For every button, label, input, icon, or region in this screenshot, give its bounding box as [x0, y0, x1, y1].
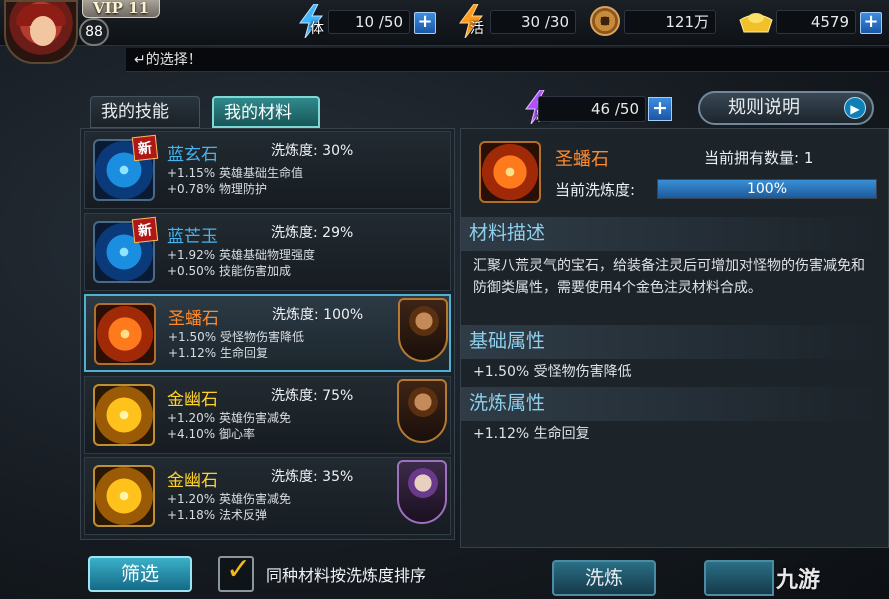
tab-my-materials[interactable]: 我的材料 — [212, 96, 320, 128]
material-row[interactable]: 金幽石 洗炼度: 35% +1.20% 英雄伤害减免 +1.18% 法术反弹 — [84, 457, 451, 535]
ingot-resource: 4579 + — [738, 6, 888, 36]
material-stat: +1.92% 英雄基础物理强度 — [167, 248, 315, 262]
stamina-resource: 体 10 /50 + — [296, 4, 442, 38]
game-screen: VIP 11 88 体 10 /50 + 活 30 /30 121万 4579 … — [0, 0, 889, 599]
hero-head — [408, 387, 438, 417]
material-row[interactable]: 新 蓝芒玉 洗炼度: 29% +1.92% 英雄基础物理强度 +0.50% 技能… — [84, 213, 451, 291]
material-refine-level: 洗炼度: 100% — [272, 307, 364, 323]
filter-button[interactable]: 筛选 — [88, 556, 192, 592]
base-attribute-value: +1.50% 受怪物伤害降低 — [473, 364, 632, 380]
ingot-value: 4579 — [776, 10, 856, 34]
material-stat: +0.78% 物理防护 — [167, 182, 267, 196]
sort-checkbox[interactable]: ✓ — [218, 552, 254, 592]
base-attributes-heading: 基础属性 — [461, 325, 888, 359]
material-stat: +1.20% 英雄伤害减免 — [167, 411, 291, 425]
rules-button-label: 规则说明 — [728, 97, 800, 118]
material-stat: +1.18% 法术反弹 — [167, 508, 267, 522]
coin-resource: 121万 — [588, 6, 728, 36]
play-arrow-icon: ▶ — [844, 97, 866, 119]
materials-list[interactable]: 新 蓝玄石 洗炼度: 30% +1.15% 英雄基础生命值 +0.78% 物理防… — [80, 128, 455, 540]
coin-icon — [590, 6, 620, 36]
gold-ingot-icon — [739, 13, 773, 33]
material-refine-level: 洗炼度: 30% — [271, 143, 354, 159]
refine-progress-bar: 100% — [657, 179, 877, 199]
hero-portrait-icon — [397, 379, 447, 443]
player-avatar[interactable] — [4, 0, 78, 64]
material-stat: +4.10% 御心率 — [167, 427, 255, 441]
stamina-plus-button[interactable]: + — [414, 12, 436, 34]
checkmark-icon: ✓ — [226, 552, 252, 587]
material-name: 金幽石 — [167, 471, 218, 491]
essence-value: 46 /50 — [538, 96, 646, 122]
secondary-action-button[interactable] — [704, 560, 774, 596]
material-detail-panel: 圣蟠石 当前拥有数量: 1 当前洗炼度: 100% 材料描述 汇聚八荒灵气的宝石… — [460, 128, 889, 548]
material-stat: +1.50% 受怪物伤害降低 — [168, 330, 304, 344]
tab-my-skills[interactable]: 我的技能 — [90, 96, 200, 128]
hero-portrait-icon — [397, 460, 447, 524]
refine-button[interactable]: 洗炼 — [552, 560, 656, 596]
material-stat: +0.50% 技能伤害加成 — [167, 264, 291, 278]
player-level: 88 — [79, 18, 109, 46]
scrolling-notice: ↵的选择！ — [126, 48, 889, 72]
material-stat: +1.20% 英雄伤害减免 — [167, 492, 291, 506]
material-row[interactable]: 金幽石 洗炼度: 75% +1.20% 英雄伤害减免 +4.10% 御心率 — [84, 376, 451, 454]
description-heading: 材料描述 — [461, 217, 888, 251]
new-badge: 新 — [131, 134, 159, 162]
orange-gem-icon — [94, 303, 156, 365]
stamina-value: 10 /50 — [328, 10, 410, 34]
vigor-resource: 活 30 /30 — [456, 4, 576, 38]
vigor-label: 活 — [470, 21, 484, 37]
current-refine-label: 当前洗炼度: — [555, 181, 636, 199]
new-badge: 新 — [131, 216, 159, 244]
sort-checkbox-label: 同种材料按洗炼度排序 — [266, 566, 427, 585]
material-name: 圣蟠石 — [168, 309, 219, 329]
rules-button[interactable]: 规则说明 ▶ — [698, 91, 874, 125]
owned-count: 当前拥有数量: 1 — [704, 149, 814, 167]
hero-portrait-icon — [398, 298, 448, 362]
watermark-logo: 九游 — [776, 568, 821, 593]
material-name: 蓝芒玉 — [167, 227, 218, 247]
orange-gem-icon — [479, 141, 541, 203]
stamina-label: 体 — [310, 21, 324, 37]
material-refine-level: 洗炼度: 29% — [271, 225, 354, 241]
detail-material-name: 圣蟠石 — [555, 149, 609, 170]
material-refine-level: 洗炼度: 35% — [271, 469, 354, 485]
material-name: 蓝玄石 — [167, 145, 218, 165]
material-row[interactable]: 新 蓝玄石 洗炼度: 30% +1.15% 英雄基础生命值 +0.78% 物理防… — [84, 131, 451, 209]
material-stat: +1.12% 生命回复 — [168, 346, 268, 360]
gold-gem-icon — [93, 465, 155, 527]
avatar-face — [30, 16, 56, 46]
hero-head — [408, 468, 438, 498]
refine-attribute-value: +1.12% 生命回复 — [473, 426, 590, 442]
vigor-value: 30 /30 — [490, 10, 576, 34]
hero-head — [409, 306, 439, 336]
material-name: 金幽石 — [167, 390, 218, 410]
coin-value: 121万 — [624, 10, 716, 34]
vip-badge[interactable]: VIP 11 — [82, 0, 160, 18]
essence-plus-button[interactable]: + — [648, 97, 672, 121]
ingot-plus-button[interactable]: + — [860, 12, 882, 34]
description-text: 汇聚八荒灵气的宝石，给装备注灵后可增加对怪物的伤害减免和防御类属性，需要使用4个… — [473, 258, 865, 296]
gold-gem-icon — [93, 384, 155, 446]
refine-progress-text: 100% — [746, 181, 788, 197]
refine-attributes-heading: 洗炼属性 — [461, 387, 888, 421]
material-row-selected[interactable]: 圣蟠石 洗炼度: 100% +1.50% 受怪物伤害降低 +1.12% 生命回复 — [84, 294, 451, 372]
material-stat: +1.15% 英雄基础生命值 — [167, 166, 303, 180]
material-refine-level: 洗炼度: 75% — [271, 388, 354, 404]
